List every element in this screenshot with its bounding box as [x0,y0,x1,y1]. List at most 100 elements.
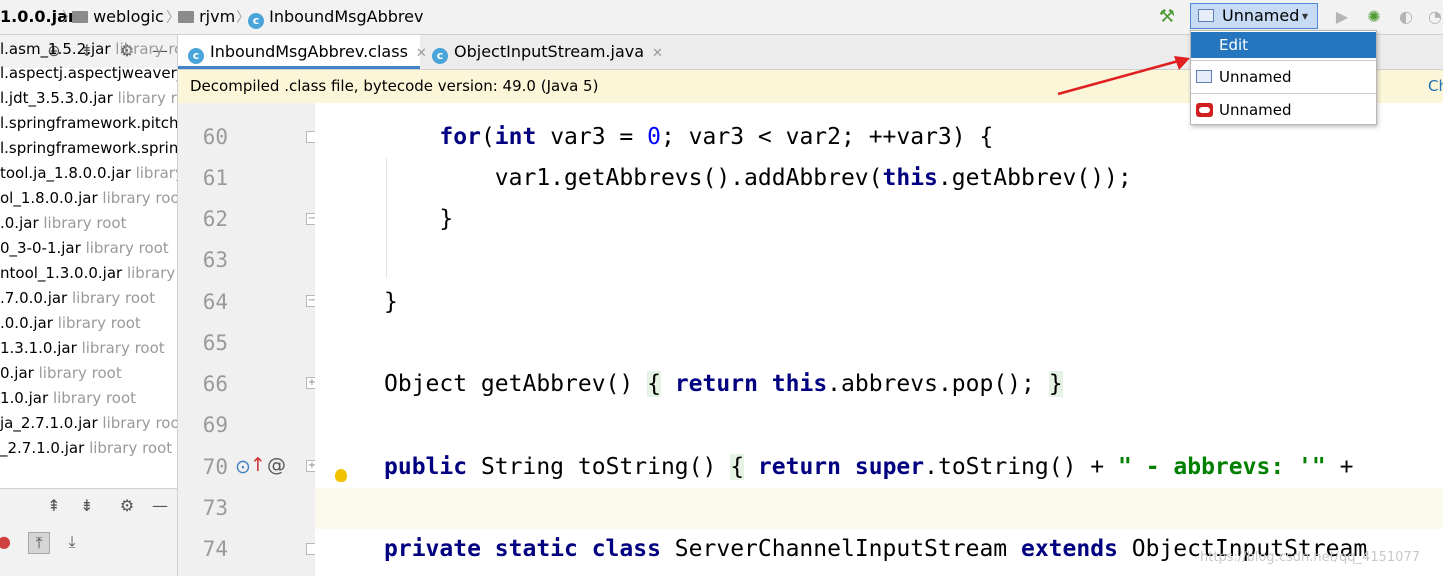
structure-panel-actions: ● ⤒ ⤓ [0,524,177,576]
tree-item[interactable]: 0_3-0-1.jar library root [0,236,177,260]
tree-item-name: _2.7.1.0.jar [0,439,85,457]
hide-panel-icon[interactable]: — [150,496,170,516]
tree-item-name: ol_1.8.0.0.jar [0,189,98,207]
application-config-icon [1198,9,1214,22]
error-icon: ● [0,532,14,552]
code-line: } [384,289,398,315]
tree-item[interactable]: .7.0.0.jar library root [0,286,177,310]
intention-bulb-icon[interactable] [335,469,347,482]
tree-item-name: 0.jar [0,364,34,382]
close-icon[interactable]: ✕ [652,46,663,61]
tree-item[interactable]: l.springframework.spring [0,136,178,160]
tree-item[interactable]: 1.3.1.0.jar library root [0,336,177,360]
tree-item-suffix: library root [85,239,169,257]
collapse-all-icon[interactable]: ⇟ [77,496,97,516]
tree-item-name: l.springframework.pitchf [0,114,178,132]
tab-inboundmsgabbrev[interactable]: c InboundMsgAbbrev.class ✕ [178,35,427,69]
unnamed-weblogic-menu-item[interactable]: Unnamed [1191,97,1376,123]
line-number: 62 [202,207,228,231]
tab-label: InboundMsgAbbrev.class [210,42,408,61]
tree-item[interactable]: ol_1.8.0.0.jar library root [0,186,178,210]
tree-item[interactable]: ja_2.7.1.0.jar library root [0,411,178,435]
breadcrumb-rjvm[interactable]: rjvm [178,6,235,28]
line-number: 64 [202,290,228,314]
watermark: https://blog.csdn.net/qq_4151077 [1200,550,1420,565]
tree-item-suffix: library root [102,414,178,432]
implements-method-icon[interactable]: ⊙ [235,457,251,477]
chevron-down-icon: ▾ [1301,9,1308,23]
tree-item[interactable]: l.asm_1.5.2.jar library roo [0,37,177,61]
code-line: } [384,206,454,232]
run-with-coverage-icon[interactable]: ◐ [1395,6,1417,28]
breadcrumb-label: rjvm [199,7,236,26]
tree-item-name: ja_2.7.1.0.jar [0,414,98,432]
class-icon: c [188,48,204,64]
breadcrumb-weblogic[interactable]: weblogic [72,6,164,28]
line-number: 69 [202,413,228,437]
tree-item[interactable]: .0.jar library root [0,211,177,235]
tree-item-suffix: library root [38,364,122,382]
tree-item-suffix: library ro [126,264,177,282]
line-number: 63 [202,248,228,272]
gear-icon[interactable]: ⚙ [117,496,137,516]
line-number: 65 [202,331,228,355]
tree-item[interactable]: l.jdt_3.5.3.0.jar library roo [0,86,177,110]
tree-item-suffix: library roo [135,164,177,182]
tree-item-name: l.springframework.spring [0,139,178,157]
notice-action-link[interactable]: Ch [1428,70,1443,103]
tree-item[interactable]: _2.7.1.0.jar library root [0,436,177,460]
build-hammer-icon[interactable]: ⚒ [1156,6,1178,28]
code-line: public String toString() { return super.… [384,454,1368,480]
line-number: 73 [202,496,228,520]
tree-item[interactable]: l.aspectj.aspectjweaver_5 [0,61,178,85]
editor-gutter[interactable]: 60 61 62 63 64 65 66 69 70 73 74 − − + +… [178,103,318,576]
tree-item-name: 1.0.jar [0,389,49,407]
tree-item-name: tool.ja_1.8.0.0.jar [0,164,131,182]
tree-item-name: l.asm_1.5.2.jar [0,40,111,58]
code-line: for(int var3 = 0; var3 < var2; ++var3) { [439,124,994,150]
unnamed-application-menu-item[interactable]: Unnamed [1191,64,1376,90]
overrides-up-arrow-icon[interactable]: ↑ [250,455,266,475]
tab-objectinputstream[interactable]: c ObjectInputStream.java ✕ [422,35,663,69]
tree-item[interactable]: ntool_1.3.0.0.jar library ro [0,261,177,285]
annotation-arrow [1057,56,1190,96]
autoscroll-to-source-icon[interactable]: ⤒ [28,532,50,554]
profile-icon[interactable]: ◔ [1424,6,1443,28]
weblogic-server-icon [1196,103,1213,117]
expand-all-icon[interactable]: ⇞ [44,496,64,516]
tree-item-name: ntool_1.3.0.0.jar [0,264,123,282]
menu-item-label: Unnamed [1219,101,1292,119]
folder-icon [178,11,194,23]
edit-configurations-menu-item[interactable]: Edit Configurations... [1191,32,1376,80]
class-icon: c [432,48,448,64]
tree-item-suffix: library root [72,289,156,307]
tree-item-suffix: library roo [115,40,177,58]
line-number: 74 [202,537,228,561]
tree-item-name: .7.0.0.jar [0,289,68,307]
tree-item-name: l.aspectj.aspectjweaver_5 [0,64,178,82]
tree-item[interactable]: tool.ja_1.8.0.0.jar library roo [0,161,177,185]
folder-icon [72,11,88,23]
autoscroll-from-source-icon[interactable]: ⤓ [62,532,82,552]
tree-item[interactable]: 1.0.jar library root [0,386,177,410]
tree-item-suffix: library root [52,389,137,407]
run-icon[interactable]: ▶ [1331,6,1353,28]
tree-item-suffix: library root [102,189,178,207]
tree-item[interactable]: .0.0.jar library root [0,311,177,335]
line-number: 60 [202,125,228,149]
run-configuration-selector[interactable]: Unnamed ▾ [1190,3,1318,29]
debug-bug-icon[interactable]: ✺ [1363,6,1385,28]
code-editor[interactable]: for(int var3 = 0; var3 < var2; ++var3) {… [315,103,1443,576]
line-number: 70 [202,455,228,479]
tree-item[interactable]: l.springframework.pitchf [0,111,178,135]
tree-item-suffix: library roo [117,89,177,107]
tree-item-suffix: library root [57,314,141,332]
tree-item-suffix: library root [81,339,165,357]
run-configuration-label: Unnamed [1222,6,1300,25]
annotation-icon[interactable]: @ [267,455,286,475]
tree-item-suffix: library root [89,439,173,457]
breadcrumb-class[interactable]: c InboundMsgAbbrev [248,6,423,29]
tree-item[interactable]: 0.jar library root [0,361,177,385]
tree-item-name: l.jdt_3.5.3.0.jar [0,89,113,107]
breadcrumb-label: weblogic [93,7,164,26]
